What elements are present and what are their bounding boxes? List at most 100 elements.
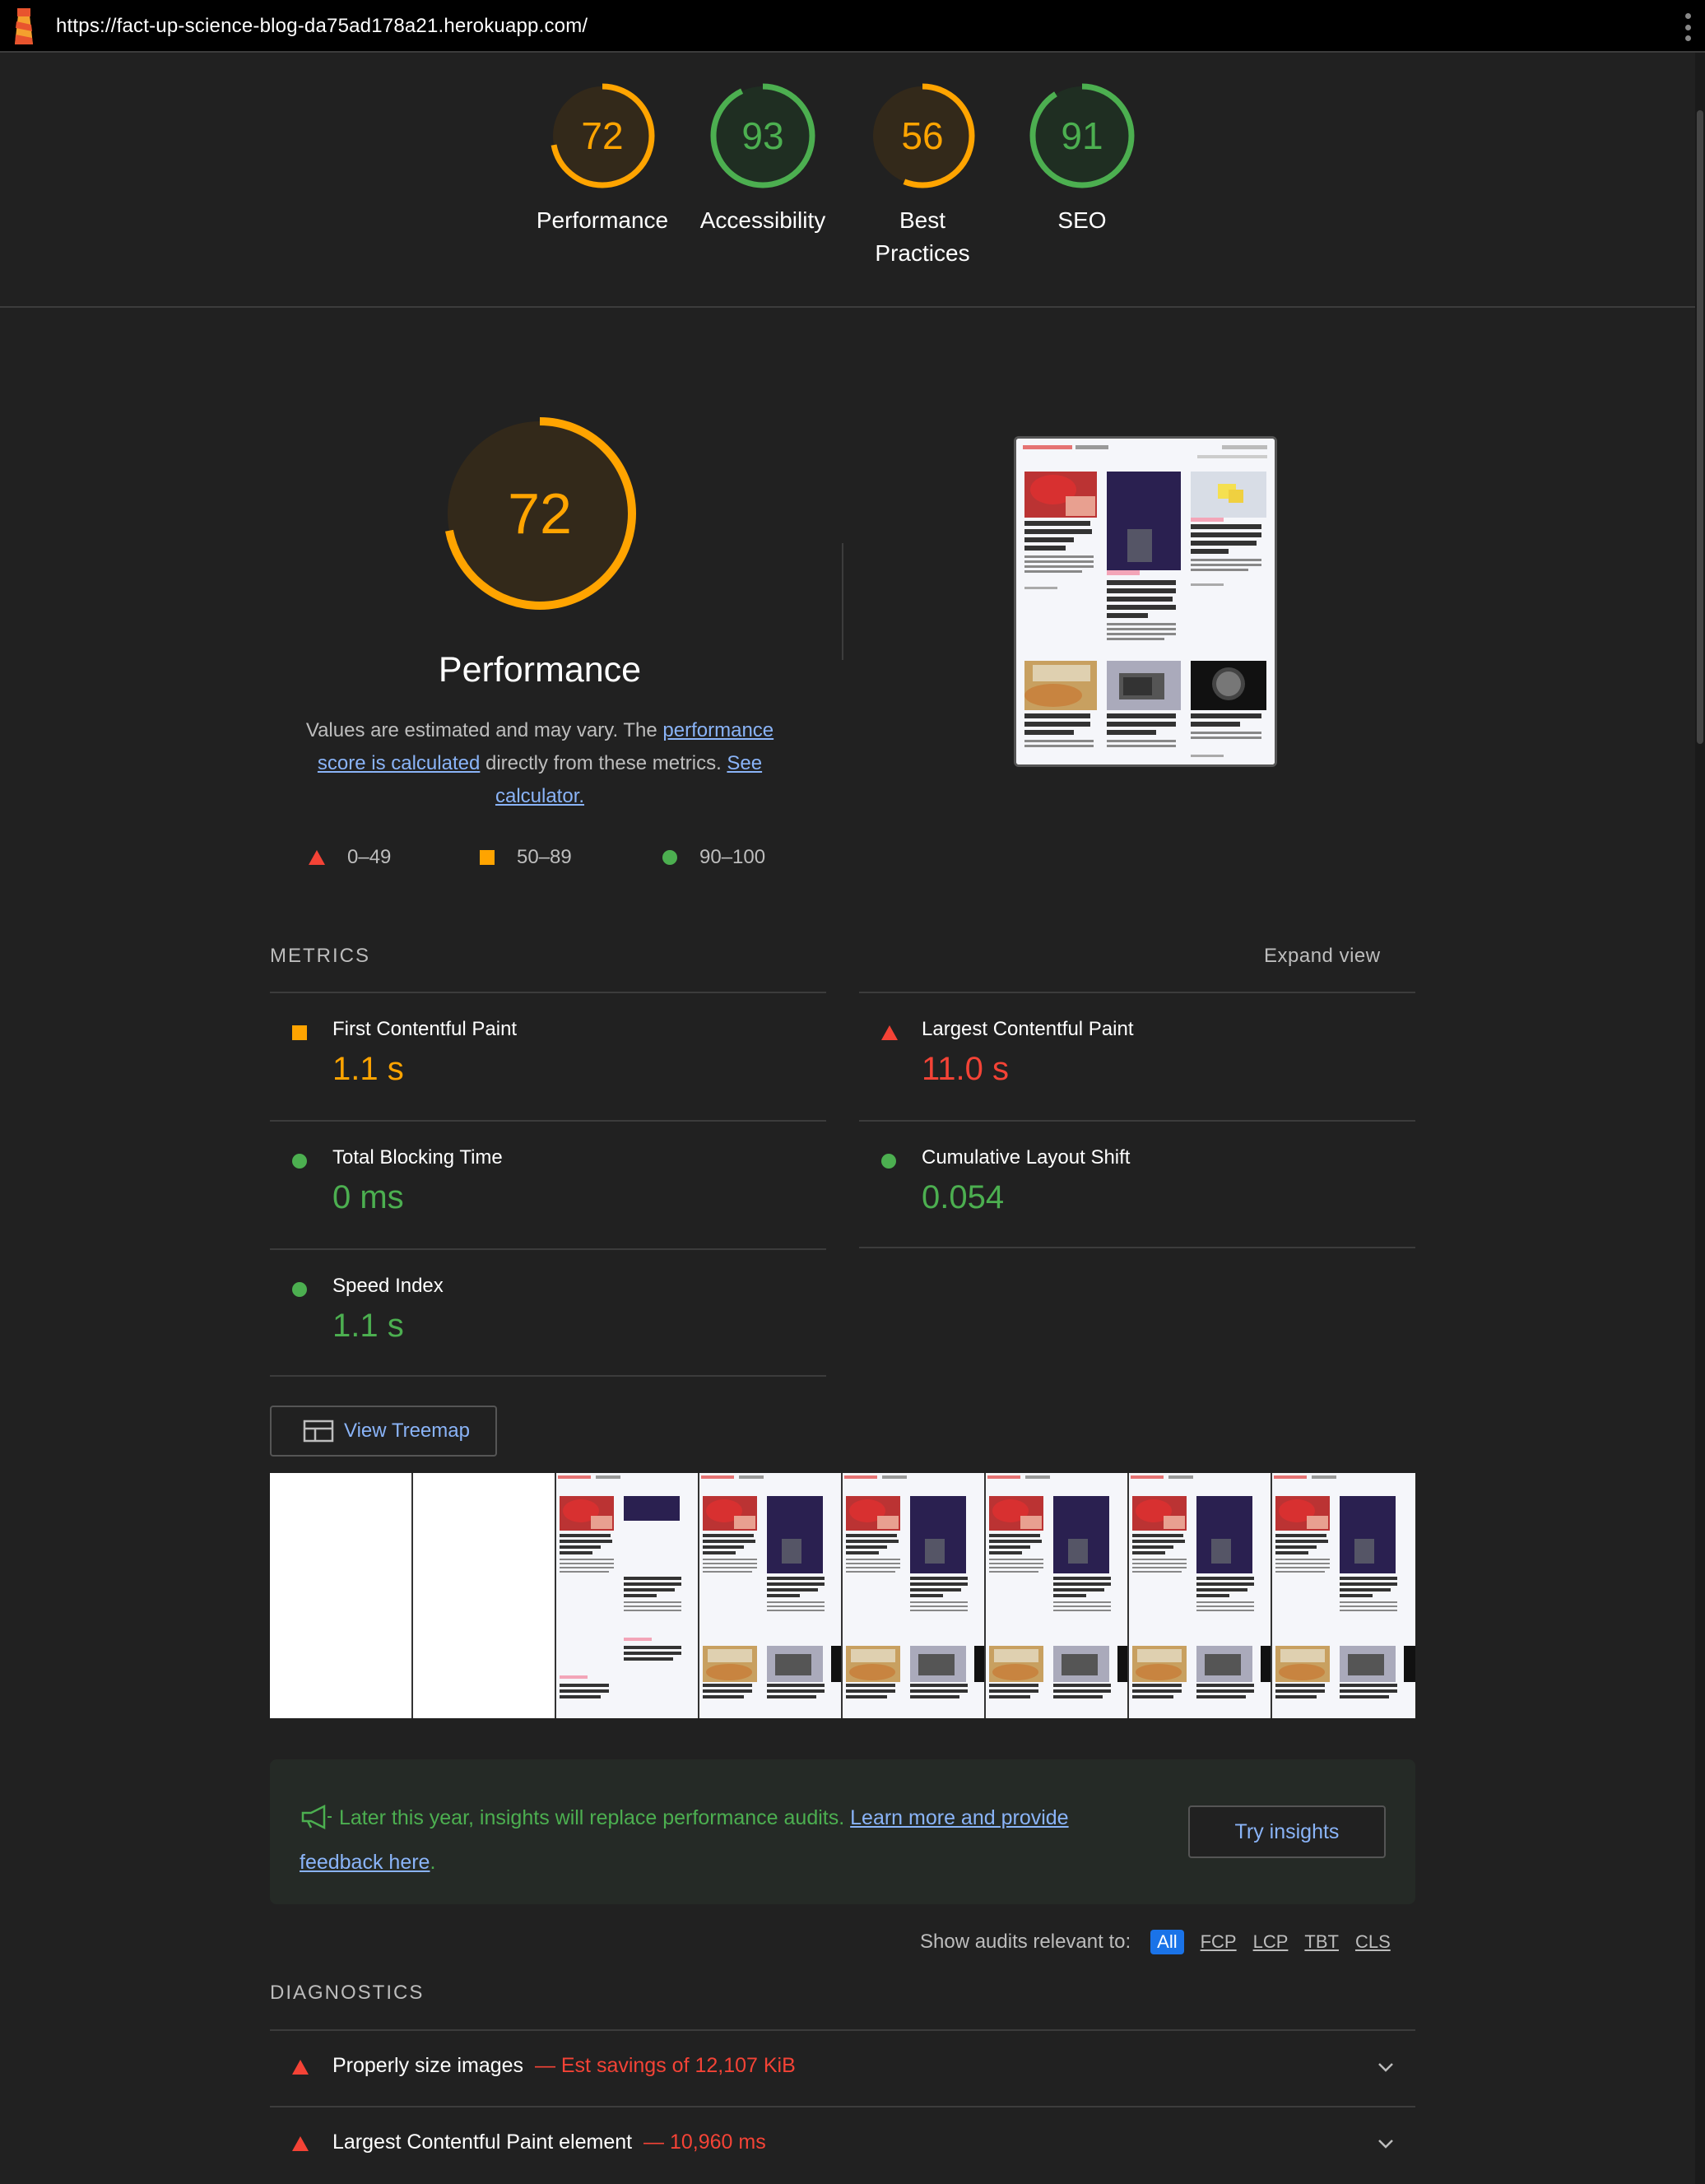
try-insights-button[interactable]: Try insights [1188, 1805, 1386, 1858]
desc-text: Values are estimated and may vary. The [305, 719, 663, 741]
treemap-icon [303, 1420, 334, 1443]
frame-image [699, 1473, 843, 1718]
metric-fcp: First Contentful Paint 1.1 s [270, 992, 826, 1120]
top-bar: https://fact-up-science-blog-da75ad178a2… [0, 0, 1705, 53]
metric-value: 1.1 s [332, 1308, 404, 1344]
metric-value: 11.0 s [922, 1051, 1009, 1087]
performance-title: Performance [438, 650, 642, 690]
audit-filter: Show audits relevant to: All FCP LCP TBT… [920, 1927, 1391, 1957]
gauge-score: 93 [741, 114, 784, 157]
metric-speed-index: Speed Index 1.1 s [270, 1248, 826, 1377]
legend-average: 50–89 [479, 843, 572, 872]
expand-view-toggle[interactable]: Expand view [1264, 945, 1381, 968]
chevron-down-icon[interactable] [1374, 2132, 1397, 2155]
audit-name: Properly size images [332, 2054, 524, 2077]
metric-label: Total Blocking Time [332, 1146, 503, 1169]
legend-average-label: 50–89 [517, 846, 572, 868]
performance-gauge-large: 72 [441, 415, 639, 612]
metric-value: 0.054 [922, 1179, 1005, 1215]
final-screenshot[interactable] [1014, 436, 1277, 767]
audit-savings: — 10,960 ms [643, 2131, 766, 2154]
audit-title: Properly size images — Est savings of 12… [332, 2054, 796, 2078]
score-gauges: 72 Performance 93 Accessibility 56 Best … [0, 53, 1695, 308]
report-url[interactable]: https://fact-up-science-blog-da75ad178a2… [56, 0, 588, 53]
legend-fail-label: 0–49 [347, 846, 392, 868]
metric-label: Cumulative Layout Shift [922, 1146, 1131, 1169]
lighthouse-logo-icon [15, 8, 33, 44]
metric-lcp: Largest Contentful Paint 11.0 s [859, 992, 1415, 1120]
gauge-label: SEO [1057, 207, 1107, 233]
gauge-label: Performance [536, 207, 669, 233]
triangle-fail-icon [292, 2136, 309, 2151]
vertical-divider [842, 543, 843, 660]
audit-title: Largest Contentful Paint element — 10,96… [332, 2131, 766, 2154]
filter-chip-cls[interactable]: CLS [1355, 1931, 1391, 1953]
legend-pass: 90–100 [662, 843, 765, 872]
gauge-score: 72 [581, 114, 624, 157]
chevron-down-icon[interactable] [1374, 2056, 1397, 2079]
page-scrollbar[interactable] [1695, 53, 1705, 2184]
filter-chip-lcp[interactable]: LCP [1253, 1931, 1289, 1953]
filter-chip-all[interactable]: All [1150, 1930, 1184, 1954]
frame-image [986, 1473, 1129, 1718]
filmstrip-frame [556, 1473, 699, 1718]
metric-value: 0 ms [332, 1179, 404, 1215]
more-options-icon[interactable] [1684, 13, 1692, 41]
metric-value: 1.1 s [332, 1051, 404, 1087]
circle-pass-icon [662, 850, 677, 865]
square-average-icon [480, 850, 495, 865]
audit-row[interactable]: Properly size images — Est savings of 12… [270, 2029, 1415, 2105]
frame-image [556, 1473, 699, 1718]
gauge-ring: 72 [549, 82, 656, 189]
view-treemap-button[interactable]: View Treemap [270, 1406, 497, 1457]
banner-text: Later this year, insights will replace p… [300, 1796, 1122, 1884]
diagnostics-heading: DIAGNOSTICS [270, 1982, 425, 2004]
gauge-label: Accessibility [699, 207, 826, 233]
circle-pass-icon [292, 1282, 307, 1297]
performance-score: 72 [508, 481, 572, 546]
scrollbar-thumb[interactable] [1697, 110, 1703, 744]
triangle-fail-icon [292, 2060, 309, 2075]
gauge-label: Best Practices [875, 207, 970, 266]
audit-name: Largest Contentful Paint element [332, 2131, 633, 2154]
filmstrip-frame [270, 1473, 413, 1718]
legend-fail: 0–49 [308, 843, 391, 872]
filmstrip-frame [986, 1473, 1129, 1718]
filmstrip-frame [699, 1473, 843, 1718]
banner-message: Later this year, insights will replace p… [339, 1806, 851, 1829]
filmstrip [270, 1473, 1415, 1718]
frame-image [1272, 1473, 1415, 1718]
performance-description: Values are estimated and may vary. The p… [280, 714, 800, 813]
gauge-ring: 93 [709, 82, 816, 189]
metric-label: First Contentful Paint [332, 1018, 518, 1040]
metric-label: Largest Contentful Paint [922, 1018, 1134, 1040]
filmstrip-frame [843, 1473, 986, 1718]
gauge-seo[interactable]: 91 SEO [1004, 82, 1160, 237]
screenshot-image [1016, 439, 1275, 764]
filmstrip-frame [1272, 1473, 1415, 1718]
gauge-score: 56 [901, 114, 944, 157]
legend-pass-label: 90–100 [699, 846, 766, 868]
insights-banner: Later this year, insights will replace p… [270, 1759, 1415, 1904]
frame-image [1129, 1473, 1272, 1718]
banner-end: . [430, 1851, 436, 1874]
filter-chip-fcp[interactable]: FCP [1201, 1931, 1237, 1953]
desc-text-mid: directly from these metrics. [480, 752, 727, 774]
filter-label: Show audits relevant to: [920, 1931, 1131, 1953]
gauge-accessibility[interactable]: 93 Accessibility [685, 82, 841, 237]
metric-cls: Cumulative Layout Shift 0.054 [859, 1120, 1415, 1248]
audit-row[interactable]: Largest Contentful Paint element — 10,96… [270, 2106, 1415, 2182]
metric-tbt: Total Blocking Time 0 ms [270, 1120, 826, 1248]
triangle-fail-icon [881, 1025, 898, 1040]
gauge-ring: 91 [1029, 82, 1136, 189]
audit-savings: — Est savings of 12,107 KiB [534, 2054, 796, 2077]
circle-pass-icon [881, 1154, 896, 1169]
square-average-icon [292, 1025, 307, 1040]
gauge-performance[interactable]: 72 Performance [524, 82, 681, 237]
filmstrip-frame [1129, 1473, 1272, 1718]
metrics-heading: METRICS [270, 945, 370, 967]
gauge-best-practices[interactable]: 56 Best Practices [844, 82, 1001, 270]
filter-chip-tbt[interactable]: TBT [1304, 1931, 1339, 1953]
view-treemap-label: View Treemap [344, 1420, 470, 1442]
triangle-fail-icon [309, 850, 325, 865]
